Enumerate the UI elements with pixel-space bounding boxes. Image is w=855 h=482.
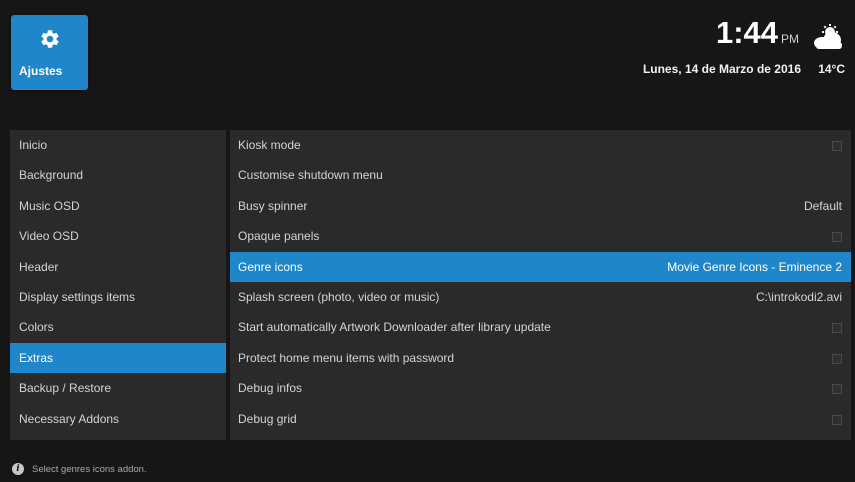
setting-auto-artwork-downloader[interactable]: Start automatically Artwork Downloader a… [230, 312, 851, 342]
setting-value: Movie Genre Icons - Eminence 2 [667, 259, 842, 274]
setting-customise-shutdown-menu[interactable]: Customise shutdown menu [230, 160, 851, 190]
gear-icon [41, 30, 59, 48]
setting-protect-home-menu[interactable]: Protect home menu items with password [230, 343, 851, 373]
settings-screen: Ajustes 1:44 PM Lunes, 14 de Marzo de 201… [0, 0, 855, 482]
setting-label: Customise shutdown menu [238, 168, 383, 183]
clock: 1:44 PM [716, 17, 799, 49]
setting-label: Start automatically Artwork Downloader a… [238, 320, 551, 335]
tile-label: Ajustes [19, 64, 63, 78]
date-label: Lunes, 14 de Marzo de 2016 [642, 62, 801, 76]
clock-ampm: PM [781, 32, 799, 46]
footer-hint-text: Select genres icons addon. [32, 464, 147, 475]
menu-item-inicio[interactable]: Inicio [10, 130, 226, 160]
menu-item-header[interactable]: Header [10, 252, 226, 282]
setting-genre-icons[interactable]: Genre icons Movie Genre Icons - Eminence… [230, 251, 851, 282]
setting-label: Kiosk mode [238, 138, 301, 152]
debug-infos-checkbox[interactable] [832, 384, 842, 395]
menu-item-extras[interactable]: Extras [10, 342, 226, 374]
category-menu: Inicio Background Music OSD Video OSD He… [10, 130, 226, 440]
setting-debug-grid[interactable]: Debug grid [230, 404, 851, 434]
auto-artwork-checkbox[interactable] [832, 323, 842, 334]
setting-label: Debug infos [238, 381, 303, 396]
setting-label: Debug grid [238, 411, 297, 426]
menu-item-music-osd[interactable]: Music OSD [10, 191, 226, 221]
settings-list: Kiosk mode Customise shutdown menu Busy … [230, 130, 851, 440]
menu-item-necessary-addons[interactable]: Necessary Addons [10, 404, 226, 434]
kiosk-mode-checkbox[interactable] [832, 141, 842, 151]
info-icon: i [12, 463, 24, 476]
setting-label: Protect home menu items with password [238, 350, 455, 365]
setting-label: Busy spinner [238, 198, 308, 213]
menu-item-video-osd[interactable]: Video OSD [10, 221, 226, 251]
setting-busy-spinner[interactable]: Busy spinner Default [230, 191, 851, 221]
partly-cloudy-icon [814, 24, 842, 49]
setting-splash-screen[interactable]: Splash screen (photo, video or music) C:… [230, 282, 851, 312]
opaque-panels-checkbox[interactable] [832, 232, 842, 243]
setting-debug-infos[interactable]: Debug infos [230, 373, 851, 403]
menu-item-backup-restore[interactable]: Backup / Restore [10, 373, 226, 403]
setting-value: Default [803, 198, 842, 213]
setting-label: Splash screen (photo, video or music) [238, 289, 440, 304]
clock-time: 1:44 [715, 15, 778, 50]
menu-item-colors[interactable]: Colors [10, 312, 226, 342]
setting-value: C:\introkodi2.avi [755, 289, 842, 304]
protect-home-checkbox[interactable] [832, 353, 842, 364]
settings-tile[interactable]: Ajustes [11, 15, 88, 90]
debug-grid-checkbox[interactable] [832, 414, 842, 425]
menu-item-background[interactable]: Background [10, 160, 226, 190]
menu-item-display-settings-items[interactable]: Display settings items [10, 282, 226, 312]
setting-label: Opaque panels [238, 229, 320, 244]
temperature-label: 14°C [818, 62, 845, 76]
setting-kiosk-mode[interactable]: Kiosk mode [230, 130, 851, 160]
setting-opaque-panels[interactable]: Opaque panels [230, 221, 851, 251]
footer-hint: i Select genres icons addon. [12, 462, 147, 478]
setting-label: Genre icons [238, 259, 303, 274]
